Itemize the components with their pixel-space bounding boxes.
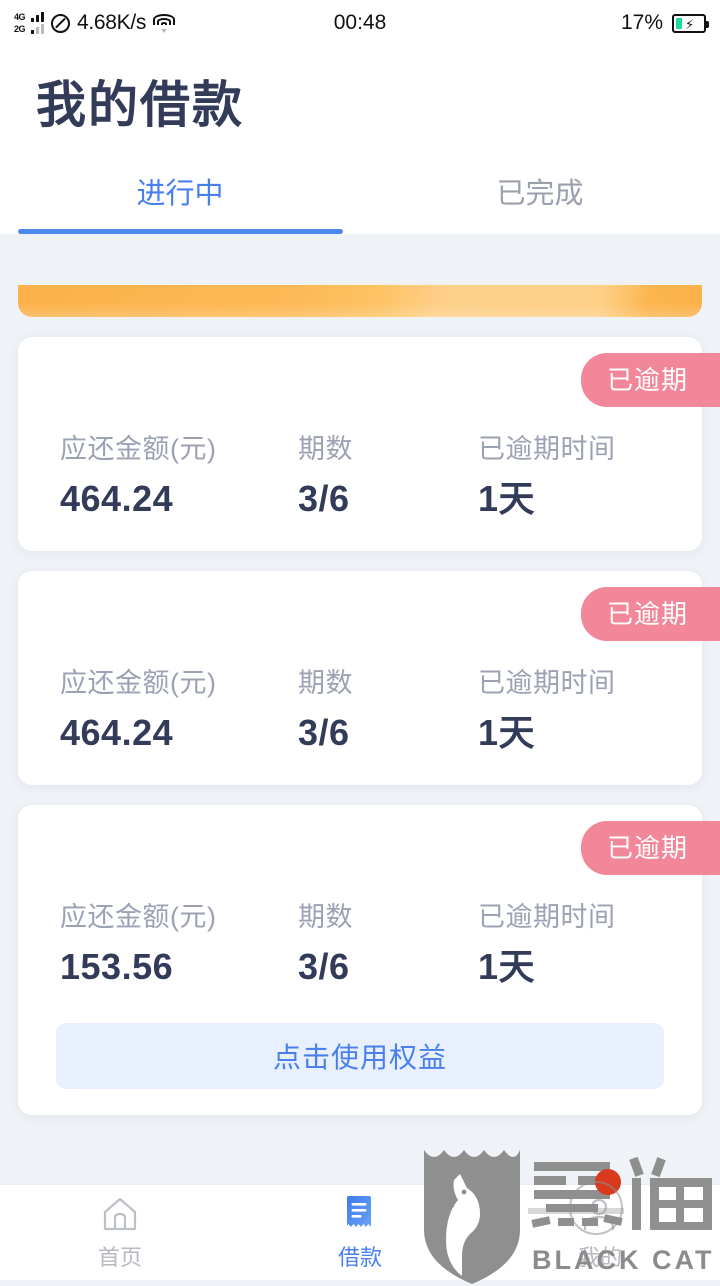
stat-label: 已逾期时间	[478, 902, 616, 932]
loan-card[interactable]: 已逾期 应还金额(元) 464.24 期数 3/6 已逾期时间 1天	[18, 337, 720, 551]
nav-label: 借款	[337, 1244, 382, 1270]
stat-value: 464.24	[60, 478, 174, 519]
stat-amount: 应还金额(元) 464.24	[18, 431, 298, 525]
nav-item-home[interactable]: 首页	[0, 1194, 240, 1272]
battery-charging-icon: ⚡	[672, 13, 709, 33]
stat-label: 已逾期时间	[478, 668, 616, 698]
promo-banner-partial[interactable]	[18, 285, 702, 317]
stat-label: 期数	[298, 434, 353, 464]
stat-amount: 应还金额(元) 153.56	[18, 899, 298, 993]
loan-card[interactable]: 已逾期 应还金额(元) 153.56 期数 3/6 已逾期时间 1天 点击使用权…	[18, 805, 720, 1115]
status-badge: 已逾期	[580, 587, 720, 641]
loan-list-scroll[interactable]: 已逾期 应还金额(元) 464.24 期数 3/6 已逾期时间 1天 已逾期 应…	[0, 0, 720, 1280]
loan-card[interactable]: 已逾期 应还金额(元) 464.24 期数 3/6 已逾期时间 1天	[18, 571, 720, 785]
stat-installments: 期数 3/6	[298, 665, 478, 759]
stat-label: 应还金额(元)	[60, 668, 217, 698]
stat-installments: 期数 3/6	[298, 899, 478, 993]
battery-percent-text: 17%	[620, 11, 663, 34]
stat-overdue-time: 已逾期时间 1天	[478, 899, 702, 993]
nav-item-profile[interactable]: 我的	[480, 1194, 720, 1272]
home-icon	[100, 1194, 140, 1234]
stat-label: 应还金额(元)	[60, 902, 217, 932]
use-benefit-button[interactable]: 点击使用权益	[56, 1023, 664, 1089]
nav-label: 首页	[97, 1244, 142, 1270]
stat-amount: 应还金额(元) 464.24	[18, 665, 298, 759]
stat-value: 3/6	[298, 712, 350, 753]
stat-installments: 期数 3/6	[298, 431, 478, 525]
stat-value: 464.24	[60, 712, 174, 753]
stat-value: 1天	[478, 478, 536, 519]
stat-value: 153.56	[60, 946, 174, 987]
stat-overdue-time: 已逾期时间 1天	[478, 431, 702, 525]
status-bar-right: 17% ⚡	[620, 11, 709, 35]
stat-label: 期数	[298, 902, 353, 932]
stat-value: 3/6	[298, 478, 350, 519]
bottom-navigation-bar: 首页 借款 我的	[0, 1184, 720, 1280]
nav-item-loan[interactable]: 借款	[240, 1194, 480, 1272]
person-icon	[580, 1194, 620, 1234]
stat-value: 1天	[478, 946, 536, 987]
stat-label: 已逾期时间	[478, 434, 616, 464]
status-badge: 已逾期	[580, 821, 720, 875]
stat-overdue-time: 已逾期时间 1天	[478, 665, 702, 759]
status-badge: 已逾期	[580, 353, 720, 407]
stat-label: 应还金额(元)	[60, 434, 217, 464]
stat-value: 3/6	[298, 946, 350, 987]
nav-label: 我的	[577, 1244, 622, 1270]
stat-label: 期数	[298, 668, 353, 698]
receipt-icon	[340, 1194, 380, 1234]
stat-value: 1天	[478, 712, 536, 753]
